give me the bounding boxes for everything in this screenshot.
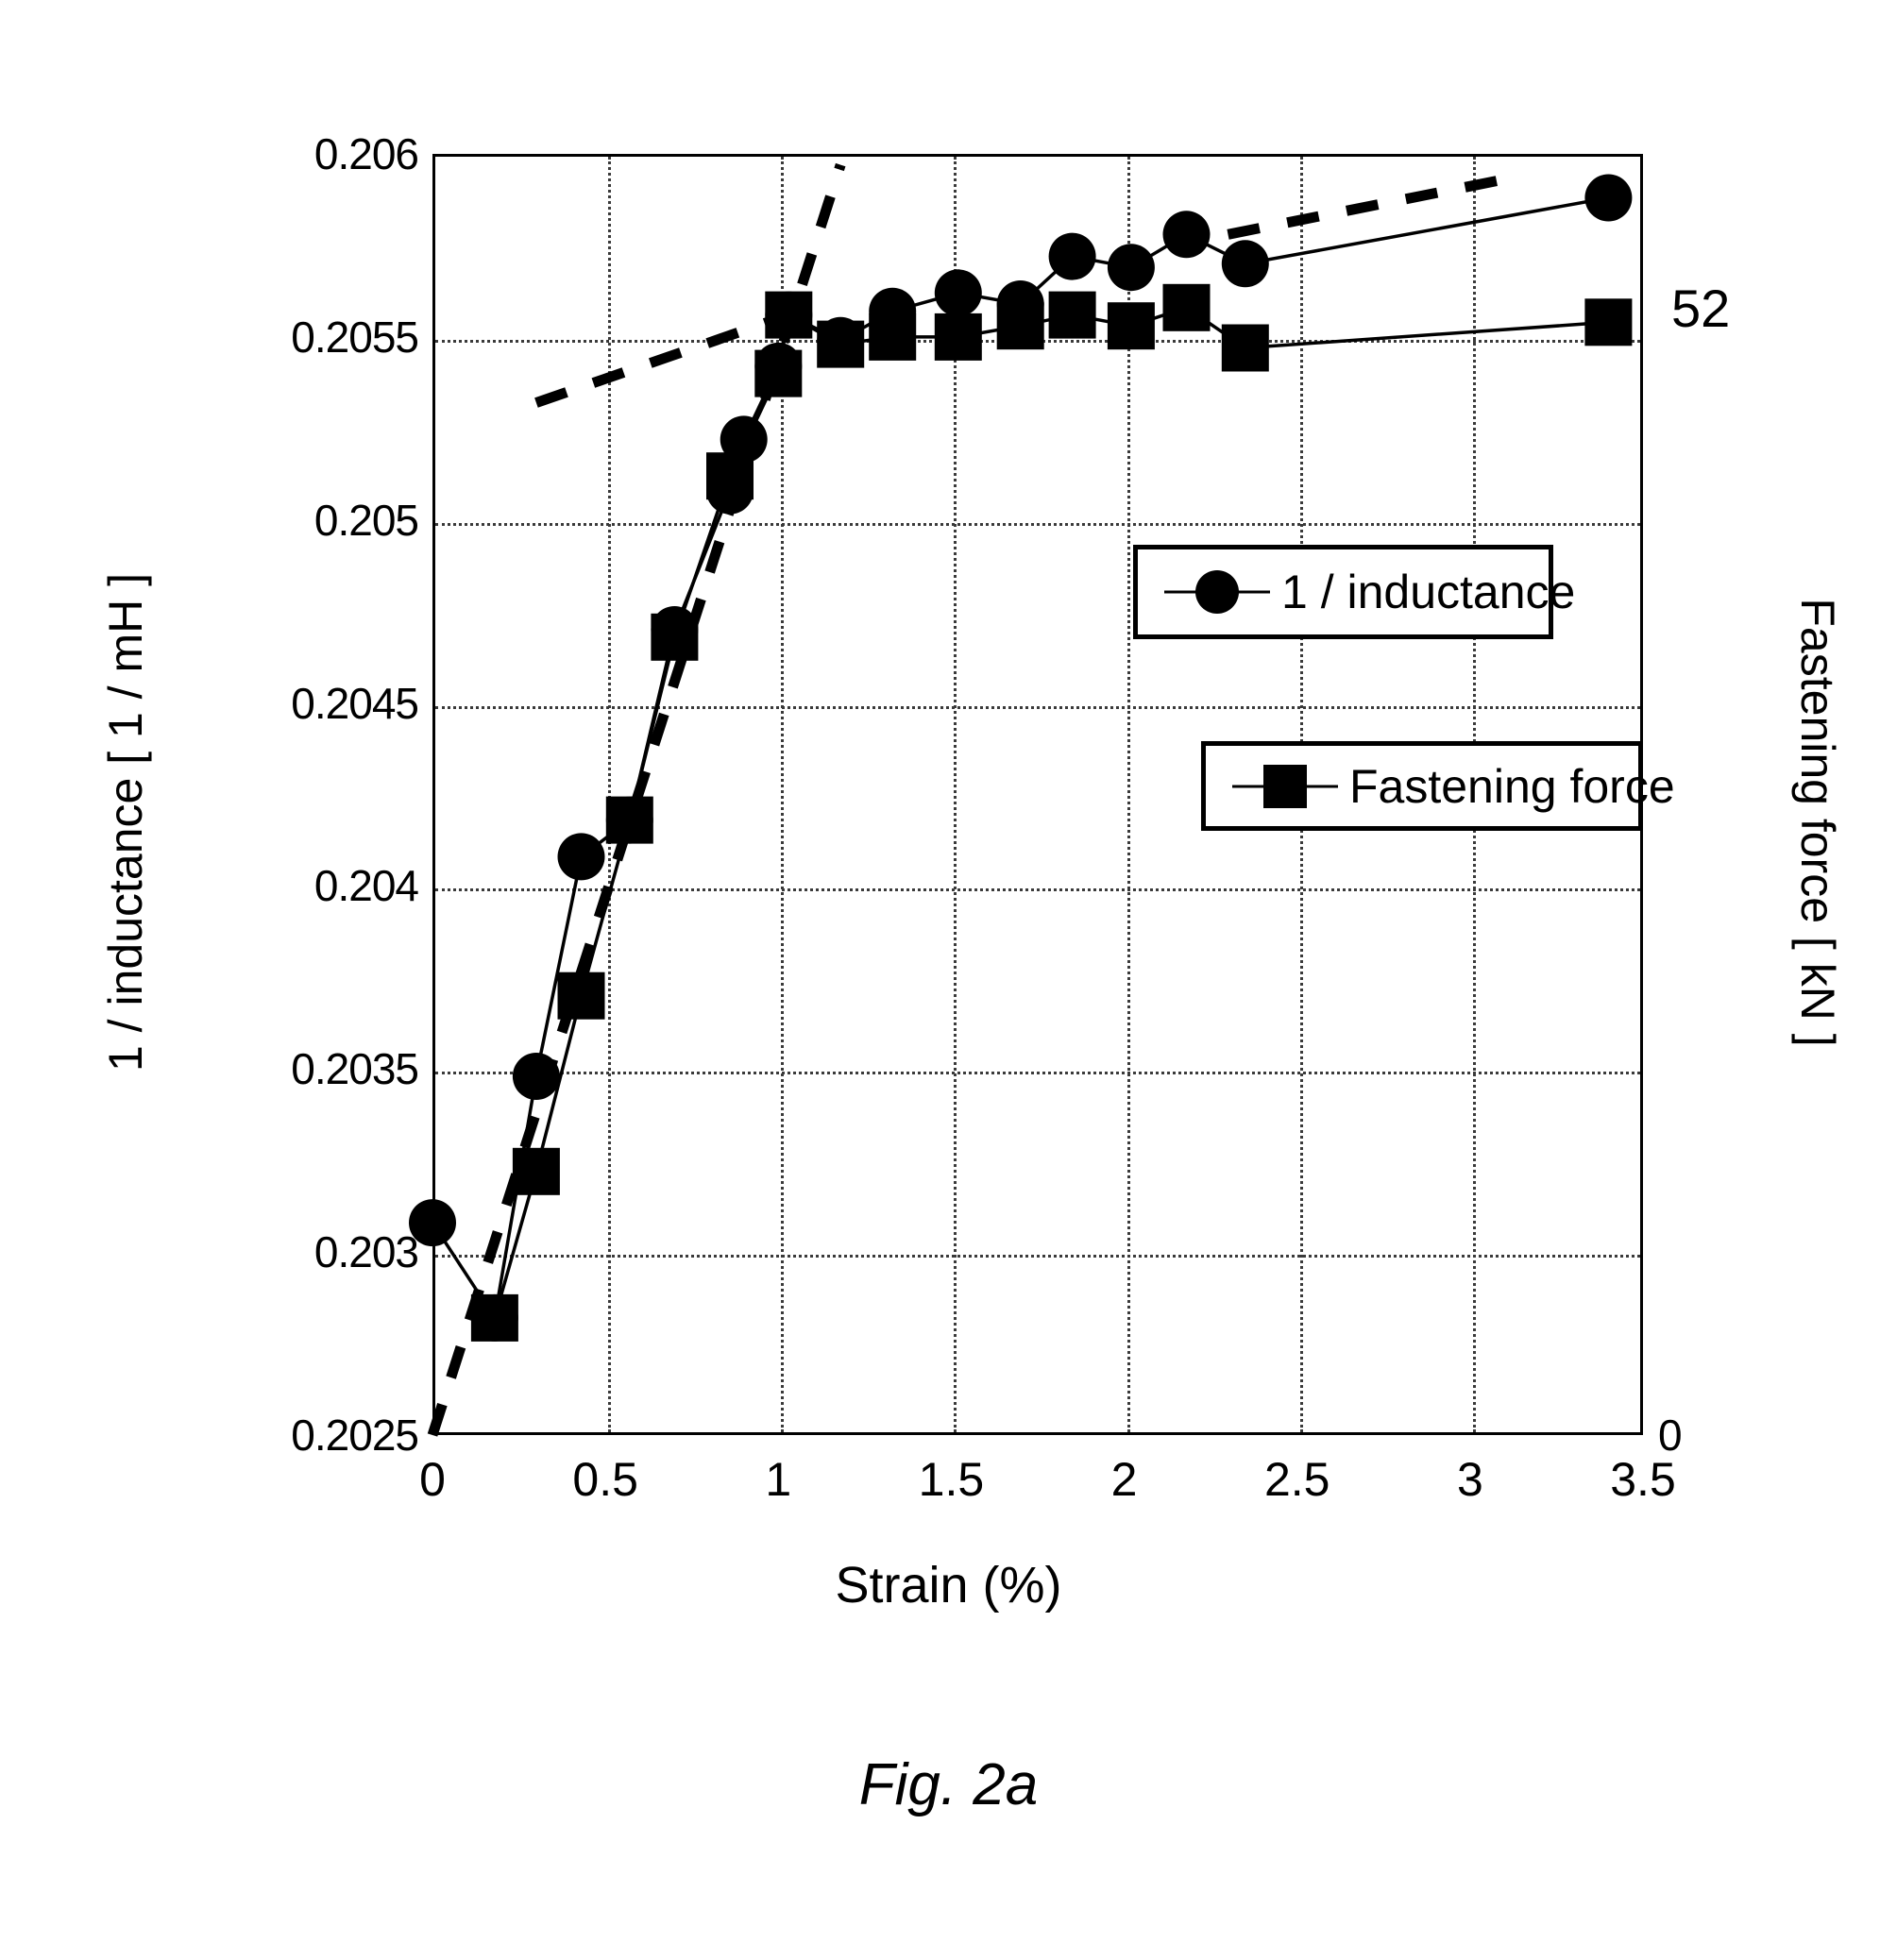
legend-force-label: Fastening force: [1349, 759, 1675, 813]
gridline-horizontal: [435, 1255, 1640, 1259]
y-axis-left-tick-label: 0.205: [313, 495, 419, 545]
y-axis-left-tick-label: 0.203: [313, 1227, 419, 1277]
gridline-horizontal: [435, 1072, 1640, 1075]
y-axis-left-tick-label: 0.2035: [291, 1044, 419, 1094]
y-axis-left-tick-label: 0.2045: [291, 678, 419, 728]
gridline-vertical: [954, 157, 957, 1432]
y-axis-left-tick-label: 0.206: [313, 129, 419, 178]
x-axis-tick-label: 1: [765, 1453, 792, 1506]
reference-numeral-52: 52: [1671, 279, 1731, 338]
figure-2a: 0.206 0.2055 0.205 0.2045 0.204 0.2035 0.203 0.…: [0, 0, 1897, 1960]
x-axis-tick-label: 1.5: [918, 1453, 985, 1506]
figure-caption: Fig. 2a: [858, 1752, 1039, 1817]
x-axis-title: Strain (%): [835, 1557, 1062, 1614]
y-axis-left-title: 1 / inductance [ 1 / mH ]: [99, 572, 152, 1073]
x-axis-tick-label: 0.5: [572, 1453, 638, 1506]
legend-marker-square-icon: [1232, 764, 1338, 808]
y-axis-left-tick-label: 0.2055: [291, 312, 419, 362]
x-axis-tick-label: 2: [1110, 1453, 1138, 1506]
x-axis-tick-label: 3.5: [1610, 1453, 1676, 1506]
gridline-horizontal: [435, 888, 1640, 892]
x-axis-tick-label: 2.5: [1263, 1453, 1330, 1506]
gridline-horizontal: [435, 705, 1640, 709]
y-axis-right-title: Fastening force [ kN ]: [1791, 598, 1844, 1047]
legend-inductance-label: 1 / inductance: [1281, 566, 1576, 618]
gridline-horizontal: [435, 522, 1640, 526]
gridline-horizontal: [435, 339, 1640, 343]
x-axis-tick-label: 3: [1456, 1453, 1483, 1506]
y-axis-left-tick-label: 0.2025: [291, 1411, 419, 1460]
x-axis-tick-label: 0: [419, 1453, 446, 1506]
legend-fastening-force[interactable]: Fastening force: [1201, 741, 1675, 831]
gridline-vertical: [781, 157, 785, 1432]
y-axis-left-tick-label: 0.204: [313, 861, 419, 911]
gridline-vertical: [1126, 157, 1130, 1432]
legend-inductance[interactable]: 1 / inductance: [1133, 545, 1575, 639]
legend-marker-circle-icon: [1164, 570, 1270, 614]
gridline-vertical: [608, 157, 612, 1432]
